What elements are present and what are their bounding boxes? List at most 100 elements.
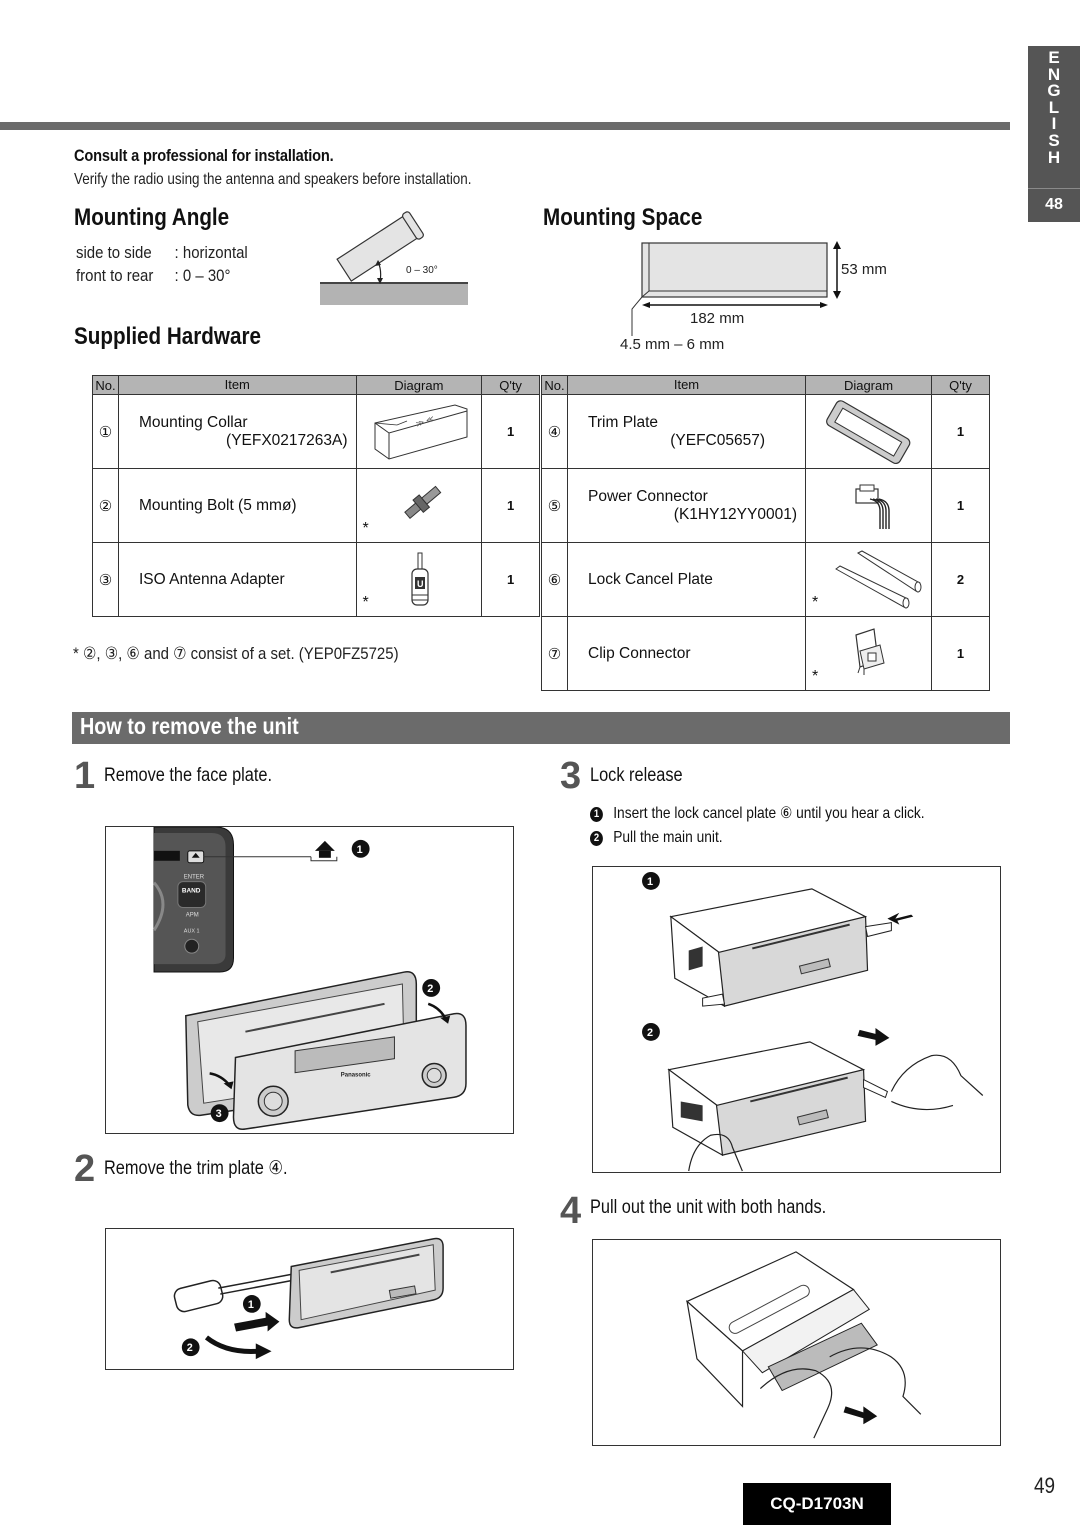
table-row: ⑤ Power Connector (K1HY12YY0001) 1 bbox=[541, 468, 990, 543]
table-row: ⑦ Clip Connector * 1 bbox=[541, 616, 990, 691]
panel-label-enter: ENTER bbox=[184, 875, 205, 881]
item-name: Mounting Collar bbox=[138, 413, 248, 431]
item-name: Mounting Bolt (5 mmø) bbox=[138, 496, 297, 514]
spec-label: front to rear bbox=[76, 266, 154, 285]
col-item: Item bbox=[567, 375, 806, 395]
pull-arrow-icon bbox=[857, 1027, 890, 1046]
consult-heading: Consult a professional for installation. bbox=[74, 146, 334, 165]
table-header-row: No. Item Diagram Q'ty bbox=[92, 375, 540, 395]
trim-plate-shape bbox=[288, 1237, 444, 1329]
width-label: 182 mm bbox=[690, 310, 744, 327]
item-qty: 1 bbox=[931, 468, 990, 543]
step-1-number: 1 bbox=[74, 755, 96, 797]
thickness-leader bbox=[631, 296, 643, 336]
pull-out-unit-figure bbox=[592, 1239, 1001, 1446]
mounting-space-diagram: 53 mm 182 mm 4.5 mm – 6 mm bbox=[612, 236, 902, 356]
item-qty: 1 bbox=[481, 542, 540, 617]
item-diagram bbox=[805, 394, 932, 469]
pull-out-arrow-icon bbox=[843, 1406, 878, 1425]
power-connector-icon bbox=[855, 484, 890, 529]
ground-surface bbox=[320, 283, 468, 305]
step-4-number: 4 bbox=[560, 1190, 582, 1232]
col-no: No. bbox=[541, 375, 568, 395]
supplied-hardware-title: Supplied Hardware bbox=[74, 323, 261, 350]
col-no: No. bbox=[92, 375, 119, 395]
thickness-label: 4.5 mm – 6 mm bbox=[620, 336, 724, 353]
hardware-table-right: No. Item Diagram Q'ty ④ Trim Plate (YEFC… bbox=[541, 375, 990, 691]
step-1-text: Remove the face plate. bbox=[104, 765, 273, 786]
fig1-step-2: 2 bbox=[427, 983, 433, 995]
substep-text: Pull the main unit. bbox=[613, 829, 723, 846]
mounting-bolt-icon bbox=[403, 485, 441, 519]
step-3-substep-2: 2 Pull the main unit. bbox=[590, 829, 723, 847]
language-tab-letters: E N G L I S H bbox=[1028, 49, 1080, 167]
item-name: Trim Plate bbox=[588, 413, 659, 431]
main-unit-shape bbox=[685, 1251, 878, 1408]
fig1-step-1: 1 bbox=[357, 844, 363, 856]
set-asterisk: * bbox=[812, 668, 819, 685]
unit-front-panel: ENTER BAND APM AUX 1 bbox=[152, 827, 234, 973]
item-diagram: ≫ ≪ bbox=[355, 394, 483, 469]
item-no: ② bbox=[92, 468, 119, 543]
tab-letter: H bbox=[1047, 147, 1061, 167]
item-no: ① bbox=[92, 394, 119, 469]
spec-front-to-rear: front to rear : 0 – 30° bbox=[76, 266, 230, 286]
step-3-number: 3 bbox=[560, 755, 582, 797]
item-name-cell: Power Connector (K1HY12YY0001) bbox=[567, 468, 806, 543]
set-footnote: * ②, ③, ⑥ and ⑦ consist of a set. (YEP0F… bbox=[73, 644, 399, 663]
model-badge: CQ-D1703N bbox=[743, 1483, 891, 1525]
bullet-2: 2 bbox=[590, 831, 603, 846]
item-name-cell: Mounting Collar (YEFX0217263A) bbox=[117, 394, 357, 469]
page-number: 49 bbox=[1034, 1473, 1056, 1498]
tab-page-number: 48 bbox=[1045, 196, 1063, 213]
item-name-cell: Lock Cancel Plate bbox=[567, 542, 806, 617]
substep-text: Insert the lock cancel plate ⑥ until you… bbox=[613, 805, 925, 822]
mounting-angle-diagram: 0 – 30° bbox=[318, 210, 470, 310]
col-qty: Q'ty bbox=[481, 375, 540, 395]
spec-value: : 0 – 30° bbox=[174, 266, 231, 285]
spec-value: : horizontal bbox=[174, 243, 248, 262]
item-diagram bbox=[805, 468, 932, 543]
trim-plate-removal-figure: 1 2 bbox=[105, 1228, 514, 1370]
set-asterisk: * bbox=[812, 594, 819, 611]
antenna-adapter-icon: U bbox=[410, 552, 429, 606]
panel-label-apm: APM bbox=[186, 912, 199, 918]
col-item: Item bbox=[117, 375, 357, 395]
item-no: ④ bbox=[541, 394, 568, 469]
fig2-step-2: 2 bbox=[187, 1342, 193, 1354]
table-header-row: No. Item Diagram Q'ty bbox=[541, 375, 990, 395]
unit-with-plates-2 bbox=[667, 1041, 889, 1157]
brand-label: Panasonic bbox=[341, 1072, 371, 1078]
trim-plate-icon bbox=[826, 400, 911, 465]
item-code: (K1HY12YY0001) bbox=[673, 505, 797, 523]
item-code: (YEFX0217263A) bbox=[226, 431, 348, 449]
lock-release-figure: 1 2 bbox=[592, 866, 1001, 1173]
item-no: ⑥ bbox=[541, 542, 568, 617]
step-3-text: Lock release bbox=[590, 765, 683, 786]
step-2-text: Remove the trim plate ④. bbox=[104, 1158, 288, 1179]
svg-text:U: U bbox=[417, 579, 424, 589]
item-qty: 1 bbox=[481, 394, 540, 469]
col-qty: Q'ty bbox=[931, 375, 990, 395]
item-name: Clip Connector bbox=[588, 644, 691, 662]
col-diagram: Diagram bbox=[805, 375, 932, 395]
item-diagram: U * bbox=[355, 542, 483, 617]
item-no: ⑦ bbox=[541, 616, 568, 691]
item-name: Power Connector bbox=[588, 487, 708, 505]
item-no: ③ bbox=[92, 542, 119, 617]
item-qty: 2 bbox=[931, 542, 990, 617]
mounting-angle-title: Mounting Angle bbox=[74, 204, 230, 231]
remove-unit-title: How to remove the unit bbox=[80, 713, 299, 739]
table-row: ⑥ Lock Cancel Plate * 2 bbox=[541, 542, 990, 617]
tab-divider bbox=[1028, 188, 1080, 189]
top-rule bbox=[0, 122, 1010, 130]
item-name-cell: Trim Plate (YEFC05657) bbox=[567, 394, 806, 469]
fig3-step-2: 2 bbox=[647, 1027, 653, 1039]
mounting-collar-icon: ≫ ≪ bbox=[374, 404, 468, 460]
col-diagram: Diagram bbox=[355, 375, 483, 395]
fig1-step-3: 3 bbox=[216, 1108, 222, 1120]
language-tab: E N G L I S H 48 bbox=[1028, 46, 1080, 222]
lever-arrow-icon bbox=[204, 1335, 258, 1354]
table-row: ① Mounting Collar (YEFX0217263A) ≫ ≪ 1 bbox=[92, 394, 540, 469]
item-diagram: * bbox=[805, 616, 932, 691]
